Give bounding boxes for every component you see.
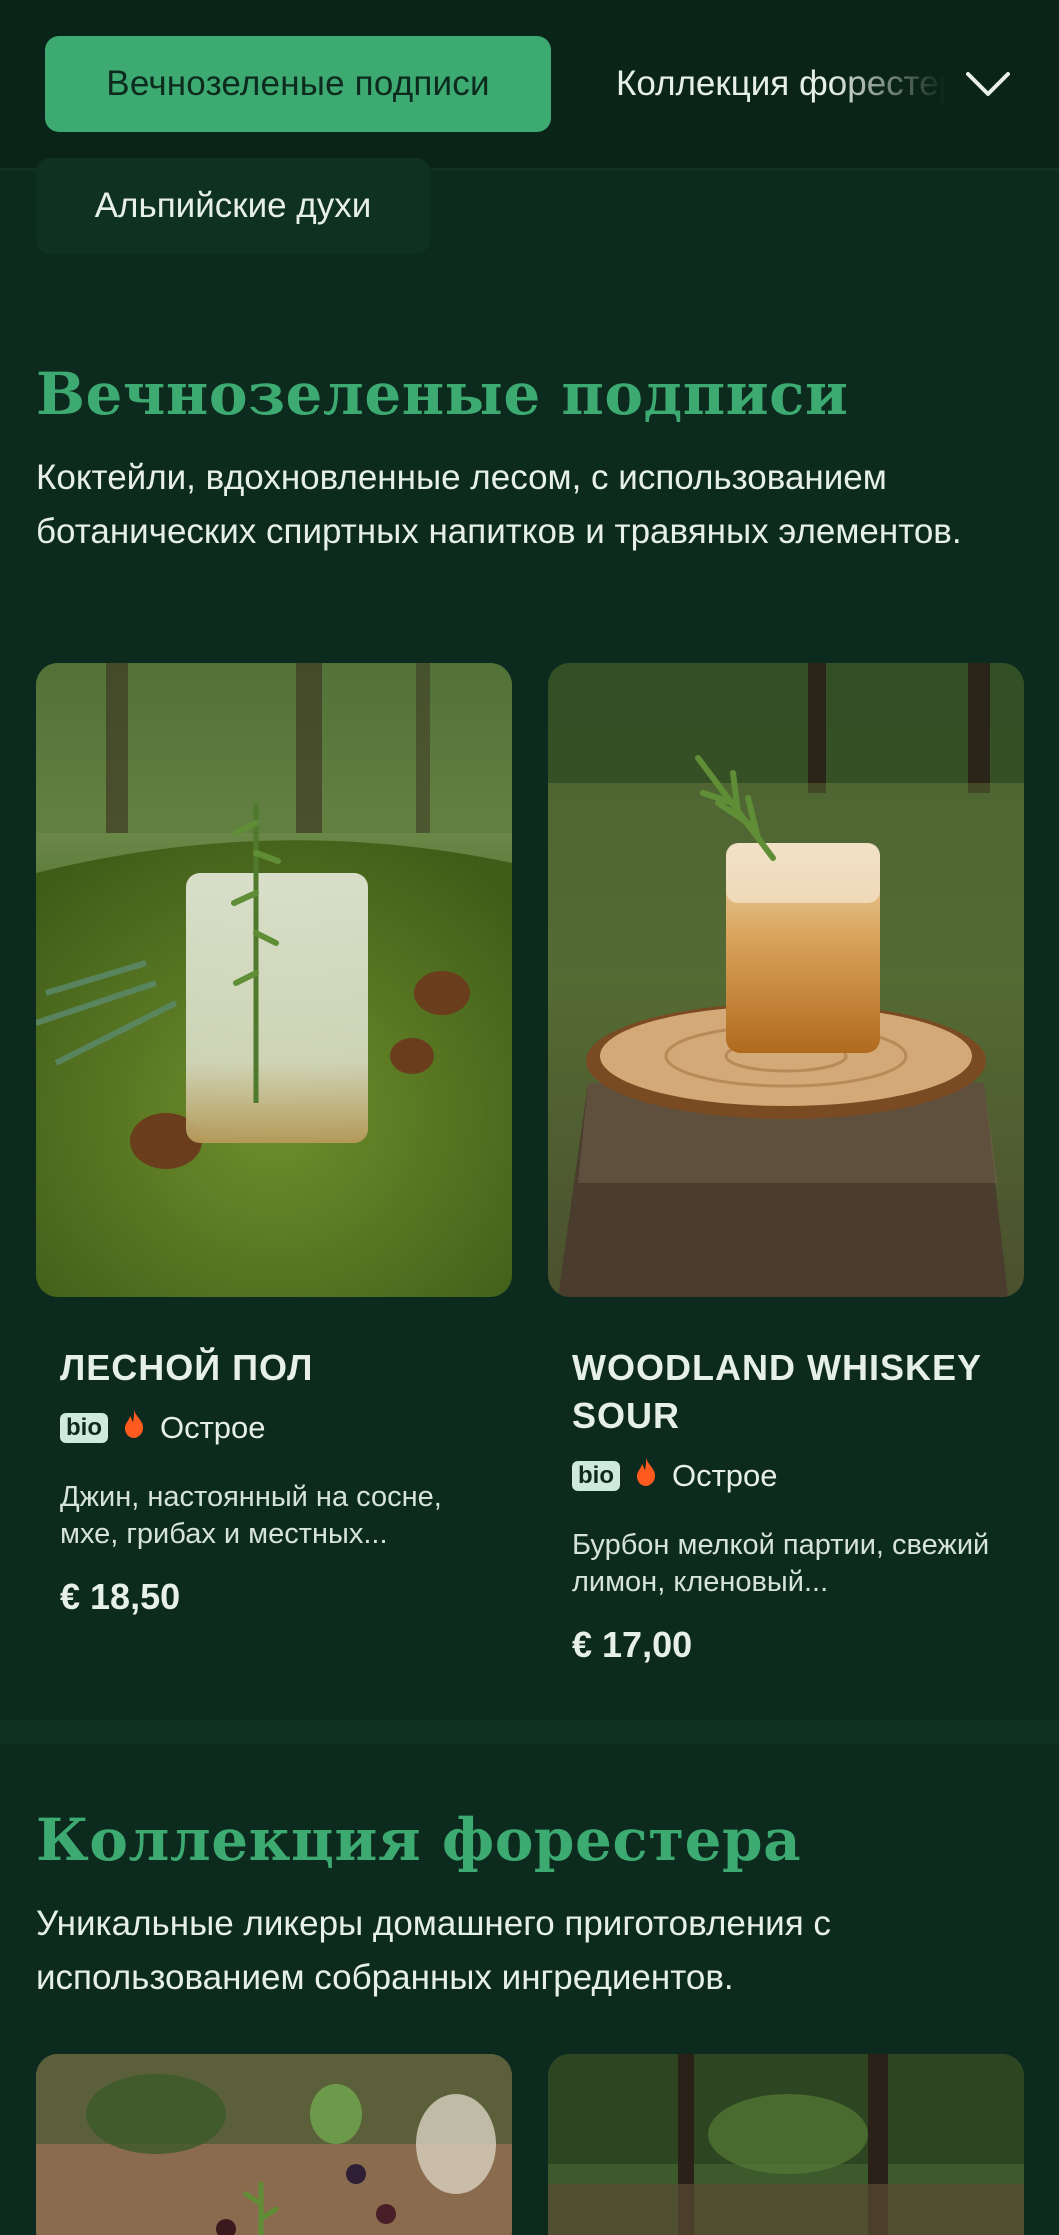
section-divider [0,1720,1059,1744]
product-image-liqueur-1[interactable] [36,2054,512,2235]
product-image-forest-floor[interactable] [36,663,512,1297]
spicy-label: Острое [160,1410,266,1445]
section-title: Вечнозеленые подписи [36,360,849,428]
bio-badge: bio [60,1413,108,1443]
product-name: ЛЕСНОЙ ПОЛ [60,1347,314,1388]
product-price: € 17,00 [572,1624,693,1665]
bio-badge: bio [572,1461,620,1491]
section-description: Коктейли, вдохновленные лесом, с использ… [36,458,962,551]
section-description: Уникальные ликеры домашнего приготовлени… [36,1904,831,1997]
flame-icon [634,1457,658,1495]
product-tags: bio Острое [572,1457,778,1495]
product-price: € 18,50 [60,1576,181,1617]
category-nav: Вечнозеленые подписи Коллекция форестера [0,0,1059,170]
flame-icon [122,1409,146,1447]
chevron-down-icon[interactable] [962,60,1014,108]
category-chip-forester[interactable]: Коллекция форестера [616,36,946,132]
category-chip-evergreen[interactable]: Вечнозеленые подписи [45,36,551,132]
section-title: Коллекция форестера [36,1806,802,1874]
product-tags: bio Острое [60,1409,266,1447]
category-chip-alpine[interactable]: Альпийские духи [36,158,430,254]
product-description: Бурбон мелкой партии, свежий лимон, клен… [572,1529,990,1598]
product-image-woodland-whiskey-sour[interactable] [548,663,1024,1297]
product-name: WOODLAND WHISKEY SOUR [572,1347,982,1436]
spicy-label: Острое [672,1458,778,1493]
product-image-liqueur-2[interactable] [548,2054,1024,2235]
product-description: Джин, настоянный на сосне, мхе, грибах и… [60,1481,442,1550]
